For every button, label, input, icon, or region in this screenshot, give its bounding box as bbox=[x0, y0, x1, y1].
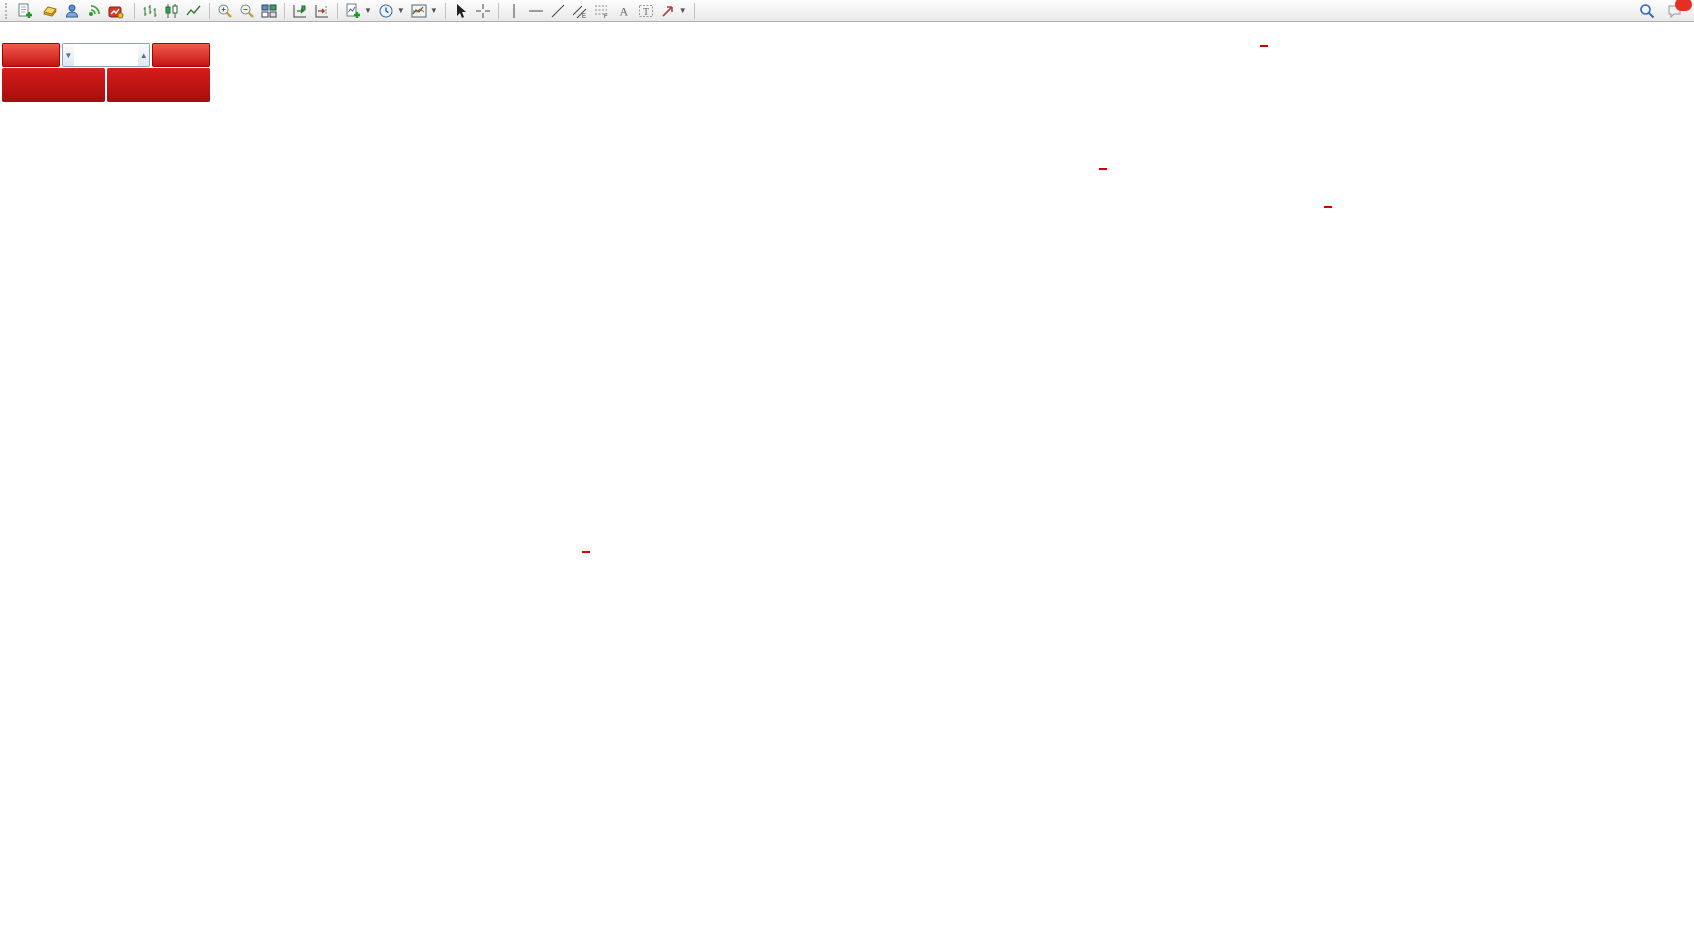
fibonacci-button[interactable]: F bbox=[591, 1, 613, 21]
auto-trading-icon bbox=[108, 3, 124, 19]
mt4-window: ▼ ▼ ▼ E F A bbox=[0, 0, 1694, 941]
panel-divider-rsi[interactable] bbox=[0, 744, 1645, 751]
sell-price-tile[interactable] bbox=[2, 68, 105, 102]
navigator-icon bbox=[64, 3, 80, 19]
new-order-button[interactable] bbox=[14, 1, 39, 21]
buy-price-tile[interactable] bbox=[107, 68, 210, 102]
separator bbox=[694, 3, 695, 19]
notification-badge bbox=[1675, 0, 1692, 11]
volume-increase-button[interactable]: ▲ bbox=[138, 44, 149, 66]
annotation-major-low[interactable] bbox=[582, 551, 590, 553]
chart-bars-button[interactable] bbox=[139, 1, 161, 21]
annotation-swing-low[interactable] bbox=[1324, 206, 1332, 208]
arrow-object-icon bbox=[660, 3, 676, 19]
cursor-icon bbox=[453, 3, 469, 19]
line-chart-icon bbox=[186, 3, 202, 19]
horizontal-line-icon bbox=[528, 3, 544, 19]
toolbar-grip[interactable] bbox=[5, 3, 11, 19]
indicators-button[interactable]: ▼ bbox=[342, 1, 375, 21]
chevron-down-icon: ▼ bbox=[364, 7, 372, 15]
crosshair-button[interactable] bbox=[472, 1, 494, 21]
volume-decrease-button[interactable]: ▼ bbox=[63, 44, 74, 66]
price-axis[interactable] bbox=[1645, 22, 1694, 925]
market-watch-button[interactable] bbox=[39, 1, 61, 21]
zoom-in-button[interactable] bbox=[214, 1, 236, 21]
search-button[interactable] bbox=[1636, 1, 1658, 21]
svg-text:F: F bbox=[604, 14, 608, 19]
chevron-down-icon: ▼ bbox=[397, 7, 405, 15]
template-icon bbox=[411, 3, 427, 19]
clock-icon bbox=[378, 3, 394, 19]
candles-chart-icon bbox=[164, 3, 180, 19]
trade-panel-controls: ▼ ▲ bbox=[2, 43, 210, 67]
chevron-down-icon: ▼ bbox=[679, 7, 687, 15]
volume-stepper: ▼ ▲ bbox=[62, 43, 150, 67]
chart-area[interactable] bbox=[0, 0, 1694, 941]
tile-windows-icon bbox=[261, 3, 277, 19]
market-watch-icon bbox=[42, 3, 58, 19]
bars-chart-icon bbox=[142, 3, 158, 19]
zoom-out-icon bbox=[239, 3, 255, 19]
signals-button[interactable] bbox=[83, 1, 105, 21]
chart-shift-icon bbox=[314, 3, 330, 19]
text-button[interactable]: A bbox=[613, 1, 635, 21]
symbol-ohlc-line bbox=[7, 26, 14, 40]
volume-input[interactable] bbox=[74, 44, 139, 66]
text-label-button[interactable]: T bbox=[635, 1, 657, 21]
chevron-down-icon: ▼ bbox=[430, 7, 438, 15]
separator bbox=[498, 3, 499, 19]
annotation-peak-price[interactable] bbox=[1260, 45, 1268, 47]
separator bbox=[134, 3, 135, 19]
svg-text:T: T bbox=[643, 7, 649, 18]
svg-text:E: E bbox=[582, 14, 586, 19]
arrows-button[interactable]: ▼ bbox=[657, 1, 690, 21]
new-order-icon bbox=[17, 3, 33, 19]
signals-icon bbox=[86, 3, 102, 19]
notifications-button[interactable] bbox=[1664, 1, 1686, 21]
toolbar-right bbox=[1636, 1, 1692, 21]
panel-divider-macd[interactable] bbox=[0, 570, 1645, 577]
search-icon bbox=[1639, 3, 1655, 19]
text-icon: A bbox=[616, 3, 632, 19]
navigator-button[interactable] bbox=[61, 1, 83, 21]
tile-windows-button[interactable] bbox=[258, 1, 280, 21]
buy-button[interactable] bbox=[152, 43, 210, 67]
auto-trading-button[interactable] bbox=[105, 1, 130, 21]
annotation-green-level[interactable] bbox=[1099, 168, 1107, 170]
separator bbox=[284, 3, 285, 19]
svg-text:A: A bbox=[619, 4, 628, 18]
one-click-trading-panel: ▼ ▲ bbox=[2, 43, 210, 102]
trade-panel-prices bbox=[2, 68, 210, 102]
trendline-icon bbox=[550, 3, 566, 19]
chart-candles-button[interactable] bbox=[161, 1, 183, 21]
auto-scroll-button[interactable] bbox=[289, 1, 311, 21]
toolbar: ▼ ▼ ▼ E F A bbox=[0, 0, 1694, 22]
separator bbox=[209, 3, 210, 19]
periods-button[interactable]: ▼ bbox=[375, 1, 408, 21]
fibonacci-icon: F bbox=[594, 3, 610, 19]
templates-button[interactable]: ▼ bbox=[408, 1, 441, 21]
equidistant-channel-icon: E bbox=[572, 3, 588, 19]
zoom-out-button[interactable] bbox=[236, 1, 258, 21]
auto-scroll-icon bbox=[292, 3, 308, 19]
horizontal-line-button[interactable] bbox=[525, 1, 547, 21]
text-label-icon: T bbox=[638, 3, 654, 19]
separator bbox=[445, 3, 446, 19]
vertical-line-icon bbox=[506, 3, 522, 19]
chart-shift-button[interactable] bbox=[311, 1, 333, 21]
chart-line-button[interactable] bbox=[183, 1, 205, 21]
vertical-line-button[interactable] bbox=[503, 1, 525, 21]
cursor-button[interactable] bbox=[450, 1, 472, 21]
crosshair-icon bbox=[475, 3, 491, 19]
indicators-icon bbox=[345, 3, 361, 19]
separator bbox=[337, 3, 338, 19]
zoom-in-icon bbox=[217, 3, 233, 19]
trendline-button[interactable] bbox=[547, 1, 569, 21]
time-axis[interactable] bbox=[0, 925, 1645, 941]
channel-button[interactable]: E bbox=[569, 1, 591, 21]
sell-button[interactable] bbox=[2, 43, 60, 67]
